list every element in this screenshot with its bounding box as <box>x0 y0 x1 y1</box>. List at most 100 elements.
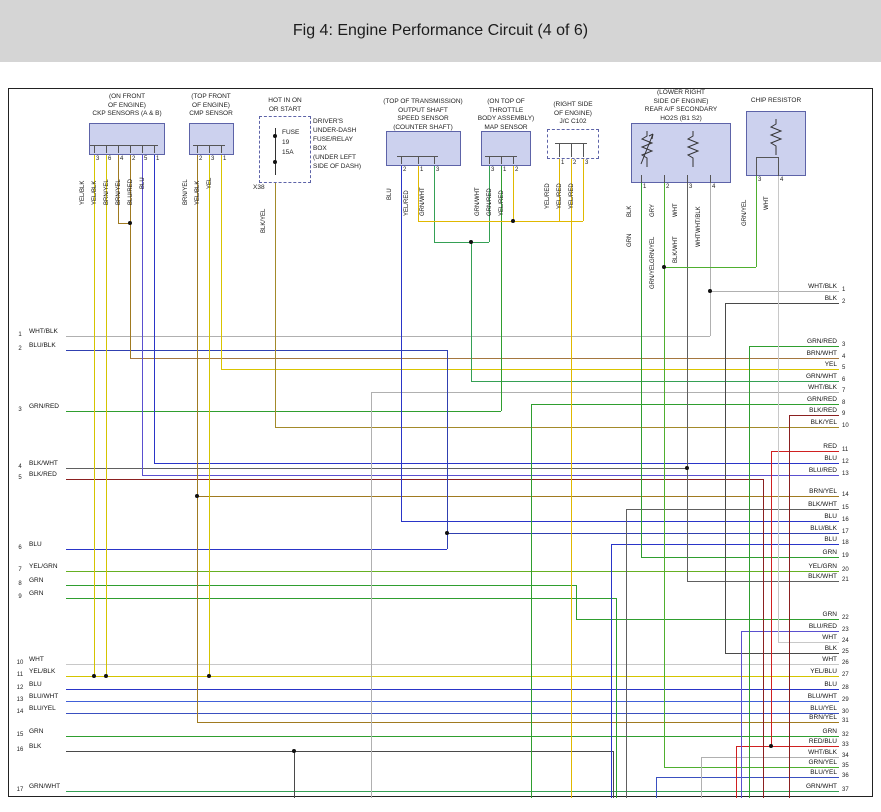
wire-number-left: 14 <box>13 709 27 716</box>
wire-number-left: 5 <box>13 475 27 482</box>
wire-horizontal <box>749 346 839 347</box>
wire-color-label: BLU <box>387 188 394 200</box>
wire-horizontal <box>626 509 839 510</box>
wire-label-right: RED/BLU <box>769 738 837 745</box>
connector-pin-tick <box>641 175 642 183</box>
pin-number: 5 <box>144 156 147 163</box>
wire-horizontal <box>221 369 839 370</box>
wire-number-left: 7 <box>13 567 27 574</box>
wire-horizontal <box>736 746 839 747</box>
wire-label-right: YEL/BLU <box>769 668 837 675</box>
pin-number: 4 <box>120 156 123 163</box>
wire-number-left: 10 <box>13 660 27 667</box>
wire-label-right: GRN/YEL <box>769 759 837 766</box>
wire-color-label: YEL/RED <box>557 183 564 209</box>
pin-number: 3 <box>689 184 692 191</box>
junction-dot <box>708 289 712 293</box>
wire-label-right: WHT/BLK <box>769 749 837 756</box>
wire-color-label: GRN/YEL <box>650 237 657 263</box>
connector-pin-tick <box>501 156 502 164</box>
wire-number-right: 1 <box>842 287 858 294</box>
wire-horizontal <box>197 496 839 497</box>
wire-number-left: 8 <box>13 581 27 588</box>
pin-number: 1 <box>643 184 646 191</box>
wire-number-right: 5 <box>842 365 858 372</box>
wire-vertical <box>154 155 155 463</box>
component-label: HO2S (B1 S2) <box>611 115 751 124</box>
wire-vertical <box>701 757 702 798</box>
wire-horizontal <box>710 291 839 292</box>
pin-number: 1 <box>420 167 423 174</box>
wire-vertical <box>106 155 107 676</box>
wire-number-right: 13 <box>842 471 858 478</box>
wire-label-left: WHT <box>29 656 44 663</box>
wire-horizontal <box>66 468 687 469</box>
wire-color-label: BRN/YEL <box>183 179 190 205</box>
wire-label-right: BLU <box>769 681 837 688</box>
wire-number-right: 18 <box>842 540 858 547</box>
wire-horizontal <box>66 411 501 412</box>
pin-number: 2 <box>515 167 518 174</box>
wire-vertical <box>571 159 572 798</box>
wire-horizontal <box>471 381 839 382</box>
pin-number: 3 <box>436 167 439 174</box>
wire-vertical <box>94 155 95 676</box>
wire-horizontal <box>771 451 839 452</box>
fuse-text: 19 <box>282 139 308 148</box>
wire-color-label: BLU/RED <box>128 179 135 205</box>
pin-number: 2 <box>573 160 576 167</box>
wire-number-right: 4 <box>842 354 858 361</box>
component-label: REAR A/F SECONDARY <box>611 106 751 115</box>
wire-number-right: 2 <box>842 299 858 306</box>
wire-vertical <box>401 166 402 521</box>
wire-color-label: BLK/WHT <box>673 236 680 263</box>
wire-color-label: BLU <box>140 177 147 189</box>
wire-number-left: 6 <box>13 545 27 552</box>
pin-number: 3 <box>96 156 99 163</box>
wire-label-left: BLK <box>29 743 41 750</box>
wire-vertical <box>611 544 612 798</box>
wire-number-left: 1 <box>13 332 27 339</box>
wire-horizontal <box>371 392 839 393</box>
junction-dot <box>445 531 449 535</box>
fuse-terminal-dot <box>273 134 277 138</box>
wire-horizontal <box>66 689 839 690</box>
wire-vertical <box>725 303 726 653</box>
wire-horizontal <box>142 475 839 476</box>
page: { "header": { "title": "Fig 4: Engine Pe… <box>0 0 881 812</box>
component-box-output-shaft-speed-sensor <box>386 131 461 166</box>
wire-horizontal <box>66 336 710 337</box>
connector-pin-tick <box>513 156 514 164</box>
wire-horizontal <box>641 557 839 558</box>
pin-number: 4 <box>780 177 783 184</box>
wire-number-right: 15 <box>842 505 858 512</box>
wire-vertical <box>687 183 688 581</box>
wire-label-right: BRN/YEL <box>769 714 837 721</box>
component-label: CHIP RESISTOR <box>706 97 846 106</box>
wire-color-label: BLK <box>627 206 634 217</box>
pin-number: 1 <box>223 156 226 163</box>
fuse-terminal-dot <box>273 160 277 164</box>
wire-number-right: 30 <box>842 709 858 716</box>
wire-number-right: 17 <box>842 529 858 536</box>
wire-vertical <box>197 155 198 722</box>
connector-pin-tick <box>583 143 584 157</box>
wire-number-right: 32 <box>842 732 858 739</box>
connector-pin-tick <box>94 145 95 153</box>
pin-number: 3 <box>758 177 761 184</box>
wire-number-right: 20 <box>842 567 858 574</box>
component-box-junction-connector-c102 <box>547 129 599 159</box>
connector-pin-tick <box>687 175 688 183</box>
junction-dot <box>128 221 132 225</box>
junction-dot <box>511 219 515 223</box>
wire-segment <box>664 267 756 268</box>
wire-vertical <box>275 183 276 427</box>
wire-vertical <box>371 392 372 798</box>
connector-pin-tick <box>418 156 419 164</box>
wire-horizontal <box>66 736 839 737</box>
wire-number-right: 37 <box>842 787 858 794</box>
connector-pin-tick <box>142 145 143 153</box>
wire-vertical <box>778 176 779 642</box>
wire-number-left: 13 <box>13 697 27 704</box>
wire-label-right: BLU/YEL <box>769 705 837 712</box>
